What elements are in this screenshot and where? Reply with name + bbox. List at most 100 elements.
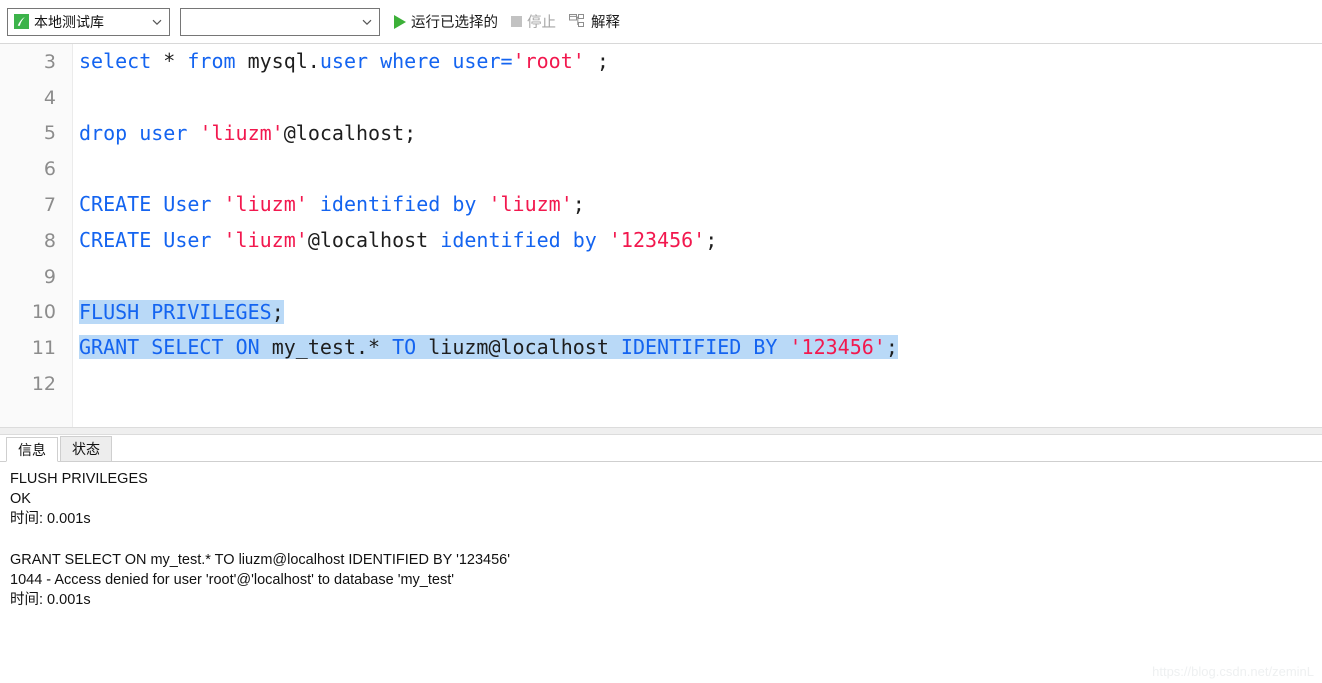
sql-editor[interactable]: 3 select * from mysql.user where user='ro… <box>0 44 1322 427</box>
code-token: identified <box>440 227 561 252</box>
log-line: 时间: 0.001s <box>10 592 91 609</box>
selected-text: GRANT SELECT ON my_test.* TO liuzm@local… <box>79 335 898 360</box>
line-number: 7 <box>43 194 56 217</box>
code-token: CREATE <box>79 192 152 217</box>
selected-text: FLUSH PRIVILEGES; <box>79 299 284 324</box>
code-token: 'liuzm' <box>223 227 308 252</box>
code-token: user <box>139 120 188 145</box>
code-text[interactable]: CREATE User 'liuzm'@localhost identified… <box>79 223 717 259</box>
code-token: ; <box>705 227 718 252</box>
message-log: FLUSH PRIVILEGES OK 时间: 0.001s GRANT SELECT… <box>0 462 1322 610</box>
line-number: 4 <box>43 86 56 109</box>
code-token: ; <box>572 192 585 217</box>
code-token: ; <box>885 335 898 360</box>
code-token: from <box>187 49 236 73</box>
code-area[interactable]: 3 select * from mysql.user where user='ro… <box>0 44 1322 427</box>
code-token: * <box>163 49 176 73</box>
line-number: 3 <box>43 50 56 73</box>
database-icon <box>14 14 29 29</box>
code-text[interactable]: FLUSH PRIVILEGES; <box>79 295 284 331</box>
code-token: ; <box>584 49 609 73</box>
code-token: my_test.* <box>259 335 393 360</box>
code-token: SELECT <box>151 335 224 360</box>
code-token: 'liuzm' <box>223 192 308 217</box>
line-number: 9 <box>43 265 56 288</box>
chevron-down-icon <box>362 19 372 25</box>
code-text[interactable]: GRANT SELECT ON my_test.* TO liuzm@local… <box>79 330 898 366</box>
code-text[interactable]: select * from mysql.user where user='roo… <box>79 44 609 80</box>
code-token: FLUSH <box>79 299 140 324</box>
code-line[interactable]: 3 select * from mysql.user where user='ro… <box>0 44 1322 80</box>
code-token: User <box>163 192 212 217</box>
code-token: ON <box>235 335 260 360</box>
log-gap <box>10 530 1322 550</box>
toolbar: 本地测试库 运行已选择的 停止 解释 <box>0 0 1322 44</box>
code-token: BY <box>753 335 778 360</box>
stop-icon <box>511 16 522 27</box>
code-line[interactable]: 9 <box>0 259 1322 295</box>
explain-tree-icon <box>569 14 584 27</box>
code-line[interactable]: 5 drop user 'liuzm'@localhost; <box>0 116 1322 152</box>
code-token: by <box>572 227 597 252</box>
database-select[interactable]: 本地测试库 <box>7 7 170 36</box>
play-icon <box>394 14 406 29</box>
code-text[interactable]: CREATE User 'liuzm' identified by 'liuzm… <box>79 187 585 223</box>
database-select-value: 本地测试库 <box>34 13 104 30</box>
code-line[interactable]: 10 FLUSH PRIVILEGES; <box>0 295 1322 331</box>
code-token: User <box>163 227 212 252</box>
code-token: @localhost; <box>283 120 417 145</box>
line-number: 12 <box>31 373 56 396</box>
result-tab-0[interactable]: 信息 <box>6 437 58 462</box>
code-token: identified <box>319 192 441 217</box>
code-text[interactable]: drop user 'liuzm'@localhost; <box>79 116 416 152</box>
code-token: select <box>79 49 152 73</box>
code-token: '123456' <box>789 335 886 360</box>
log-line: FLUSH PRIVILEGES <box>10 471 148 487</box>
code-line[interactable]: 6 <box>0 151 1322 187</box>
code-token: IDENTIFIED <box>620 335 742 360</box>
code-line[interactable]: 7 CREATE User 'liuzm' identified by 'liuz… <box>0 187 1322 223</box>
code-token: user= <box>452 49 513 73</box>
code-line[interactable]: 4 <box>0 80 1322 116</box>
code-token: GRANT <box>79 335 140 360</box>
object-select[interactable] <box>180 7 380 36</box>
line-number: 11 <box>31 337 56 360</box>
code-line[interactable]: 11 GRANT SELECT ON my_test.* TO liuzm@loc… <box>0 330 1322 366</box>
run-selected-label: 运行已选择的 <box>411 15 498 31</box>
line-number: 6 <box>43 158 56 181</box>
result-panel: 信息 状态 FLUSH PRIVILEGES OK 时间: 0.001s GRANT S… <box>0 435 1322 683</box>
line-number: 5 <box>43 122 56 145</box>
code-line[interactable]: 8 CREATE User 'liuzm'@localhost identifie… <box>0 223 1322 259</box>
code-token: 'liuzm' <box>488 192 573 217</box>
watermark: https://blog.csdn.net/zeminL <box>1152 664 1314 679</box>
chevron-down-icon <box>152 19 162 25</box>
line-number: 8 <box>43 229 56 252</box>
code-token: by <box>452 192 477 217</box>
code-token: ; <box>271 299 284 324</box>
panel-splitter[interactable] <box>0 427 1322 435</box>
code-line[interactable]: 12 <box>0 366 1322 402</box>
stop-button[interactable]: 停止 <box>511 11 556 32</box>
explain-button[interactable]: 解释 <box>569 11 620 32</box>
code-token: TO <box>392 335 417 360</box>
explain-label: 解释 <box>591 15 620 31</box>
result-tab-1[interactable]: 状态 <box>60 436 112 461</box>
run-selected-button[interactable]: 运行已选择的 <box>394 11 498 32</box>
